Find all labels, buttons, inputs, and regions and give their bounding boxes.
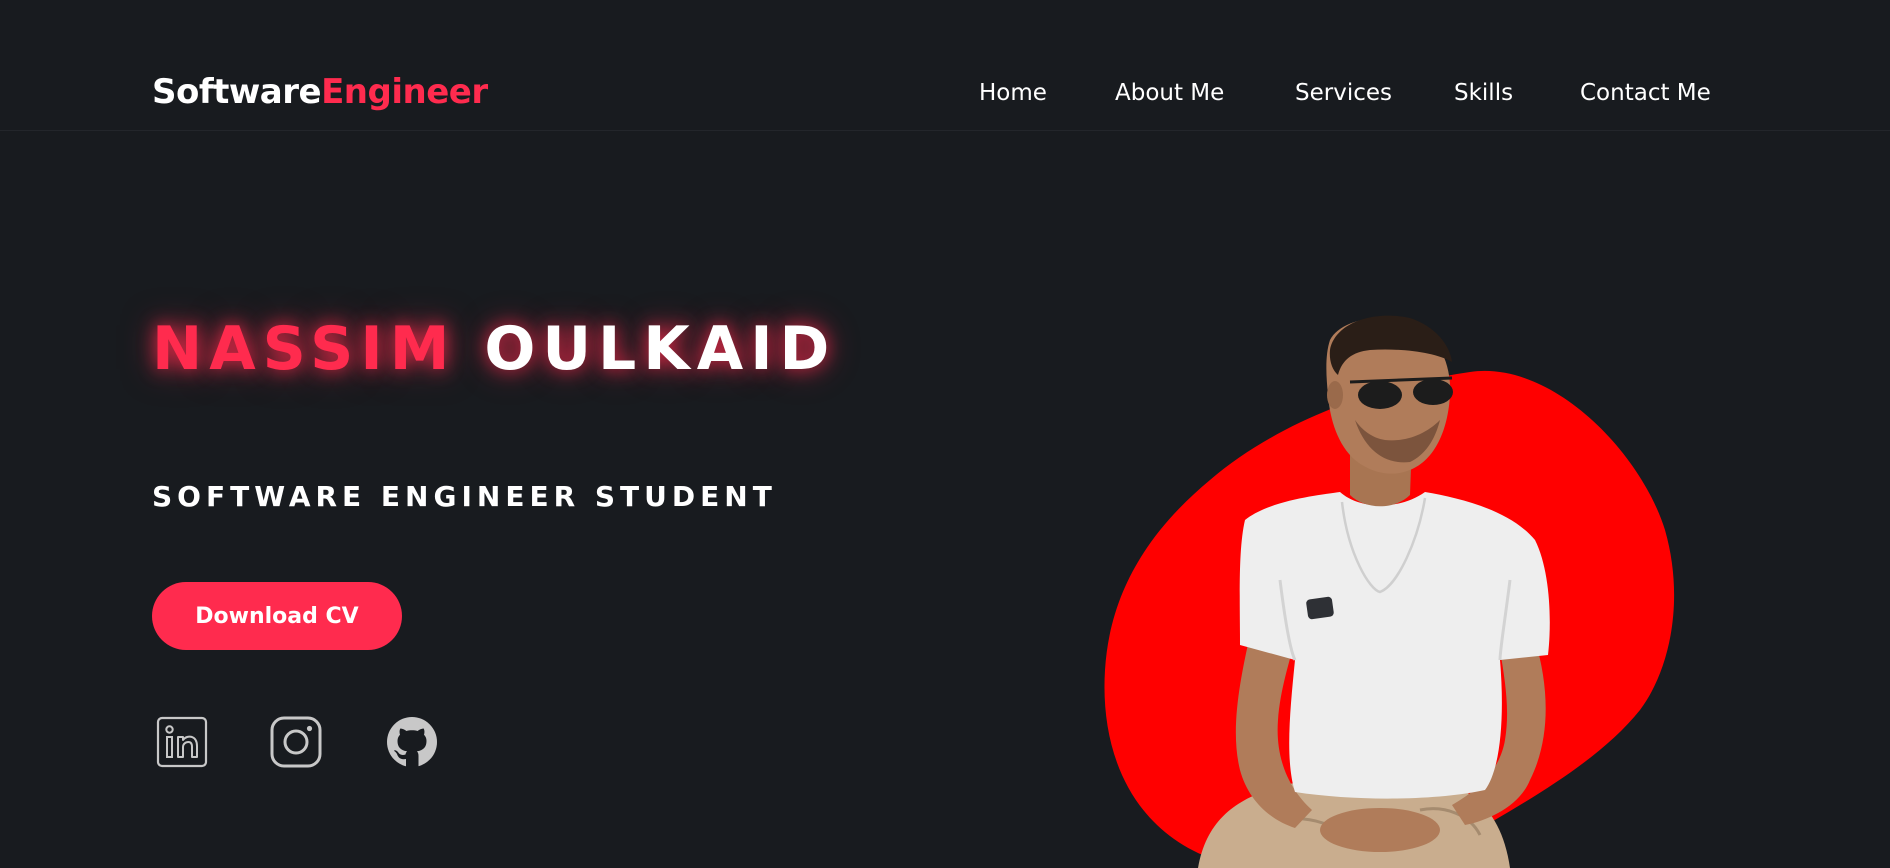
- github-link[interactable]: [384, 714, 440, 770]
- nav-home[interactable]: Home: [979, 80, 1047, 106]
- download-cv-button[interactable]: Download CV: [152, 582, 402, 650]
- header: SoftwareEngineer Home About Me Services …: [0, 0, 1890, 131]
- portrait-illustration: [1104, 315, 1675, 868]
- page: SoftwareEngineer Home About Me Services …: [0, 0, 1890, 868]
- hero-subtitle: SOFTWARE ENGINEER STUDENT: [152, 480, 777, 513]
- nav-services[interactable]: Services: [1295, 80, 1392, 106]
- instagram-link[interactable]: [268, 714, 324, 770]
- linkedin-icon: [156, 716, 208, 768]
- instagram-icon: [270, 716, 322, 768]
- github-icon: [387, 717, 437, 767]
- nav-about-me[interactable]: About Me: [1115, 80, 1224, 106]
- hero-last-name: OULKAID: [484, 314, 837, 384]
- hero-first-name: NASSIM: [152, 314, 457, 384]
- main-nav: Home About Me Services Skills Contact Me: [0, 80, 1890, 114]
- linkedin-link[interactable]: [154, 714, 210, 770]
- hero-name: NASSIM OULKAID: [152, 314, 836, 384]
- nav-skills[interactable]: Skills: [1454, 80, 1513, 106]
- nav-contact-me[interactable]: Contact Me: [1580, 80, 1711, 106]
